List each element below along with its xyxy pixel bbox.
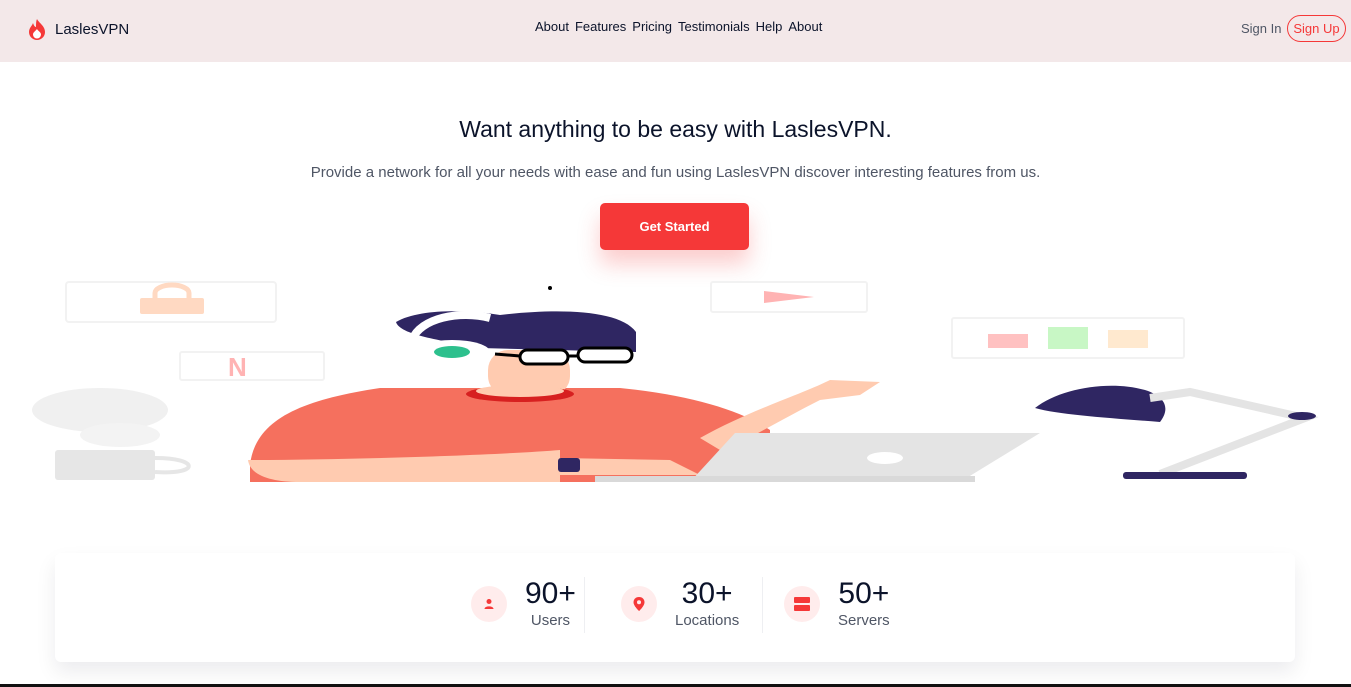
nav-item-features[interactable]: Features (575, 19, 626, 34)
location-pin-icon (621, 586, 657, 622)
stat-servers: 50+ Servers (784, 577, 890, 631)
nav-item-about-2[interactable]: About (788, 19, 822, 34)
stats-divider (584, 577, 585, 633)
flame-icon (29, 19, 45, 40)
nav-item-testimonials[interactable]: Testimonials (678, 19, 750, 34)
nav-item-pricing[interactable]: Pricing (632, 19, 672, 34)
stats-divider (762, 577, 763, 633)
sign-up-button[interactable]: Sign Up (1287, 15, 1346, 42)
get-started-button[interactable]: Get Started (600, 203, 749, 250)
stat-locations-label: Locations (675, 612, 740, 629)
nav-item-about[interactable]: About (535, 19, 569, 34)
stats-card: 90+ Users 30+ Locations 50+ Servers (55, 553, 1295, 662)
sign-in-link[interactable]: Sign In (1241, 21, 1281, 36)
server-icon (784, 586, 820, 622)
top-navbar: LaslesVPN About Features Pricing Testimo… (0, 0, 1351, 62)
svg-text:N: N (228, 352, 247, 382)
stat-servers-label: Servers (838, 612, 890, 629)
user-icon (471, 586, 507, 622)
main-nav: About Features Pricing Testimonials Help… (535, 19, 822, 34)
hero-title: Want anything to be easy with LaslesVPN. (459, 116, 892, 142)
stat-locations: 30+ Locations (621, 577, 739, 631)
brand-logo[interactable]: LaslesVPN (27, 18, 129, 40)
stat-users: 90+ Users (471, 577, 576, 631)
hero-subtitle: Provide a network for all your needs wit… (310, 164, 1041, 181)
stat-servers-value: 50+ (838, 577, 890, 610)
brand-name: LaslesVPN (55, 20, 130, 38)
stat-users-value: 90+ (525, 577, 576, 610)
stat-users-label: Users (530, 612, 571, 629)
hero-illustration: N (32, 281, 1319, 482)
stat-locations-value: 30+ (681, 577, 733, 610)
nav-item-help[interactable]: Help (756, 19, 783, 34)
